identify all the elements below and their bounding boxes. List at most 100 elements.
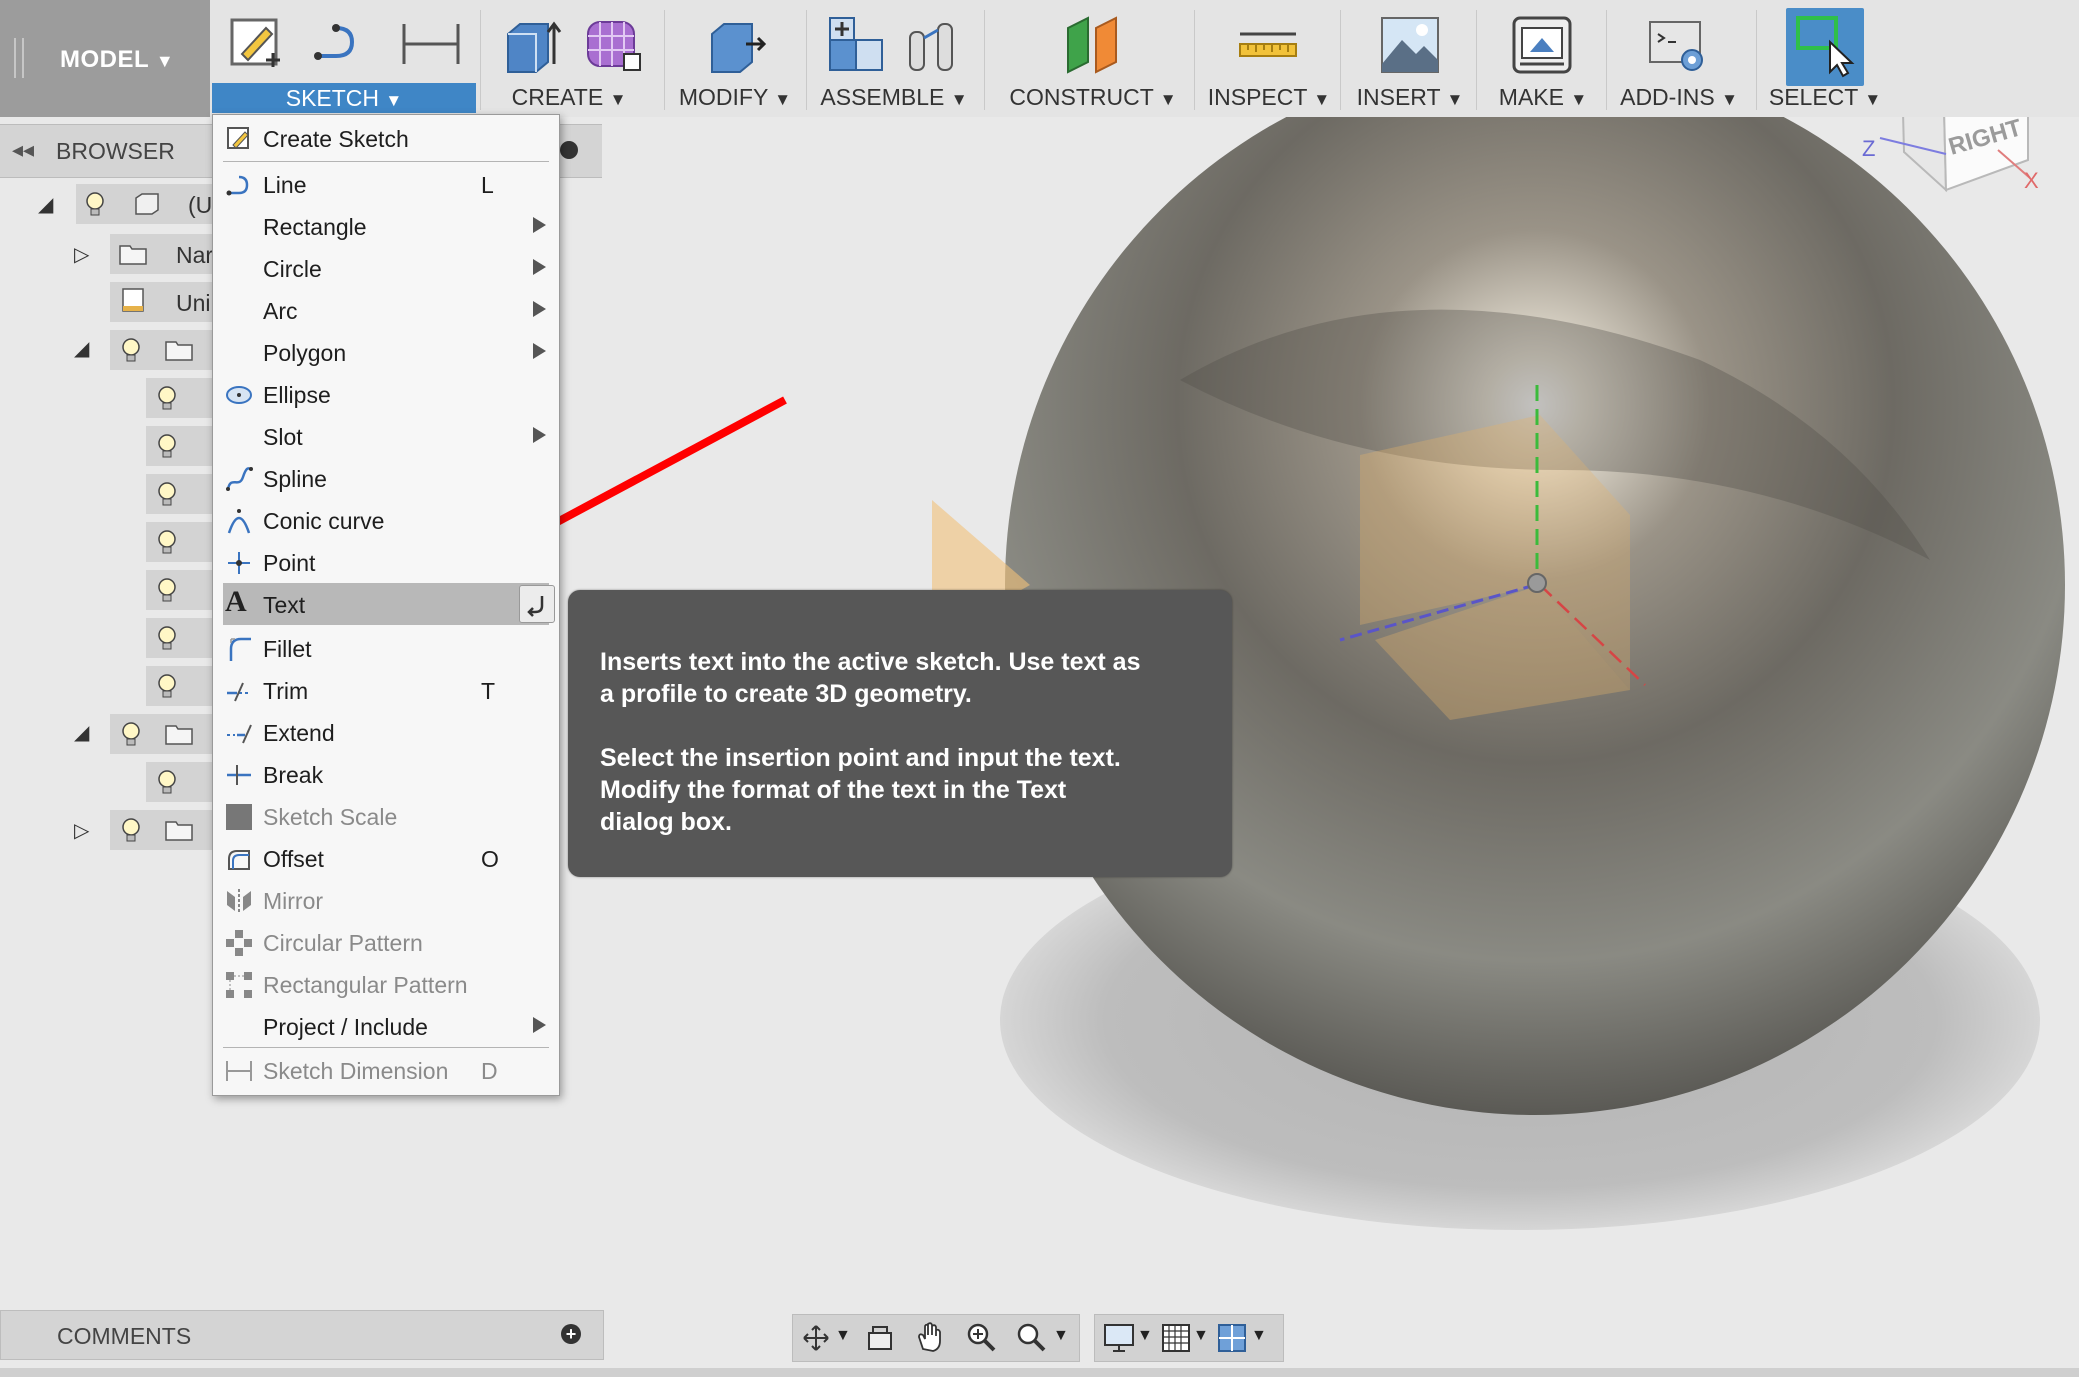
menu-item-create-sketch[interactable]: Create Sketch [213,117,559,159]
menu-item-extend[interactable]: Extend [213,711,559,753]
workspace-switcher[interactable]: MODEL ▼ [0,0,210,117]
menu-item-circular-pattern[interactable]: Circular Pattern [213,921,559,963]
tree-row-named-views[interactable]: Nar [110,234,220,274]
chevron-down-icon[interactable]: ▼ [1193,1327,1209,1345]
tree-row-item[interactable] [146,762,220,802]
display-settings-toolbar: ▼ ▼ ▼ [1094,1314,1284,1362]
menu-item-rectangular-pattern[interactable]: Rectangular Pattern [213,963,559,1005]
document-icon [122,288,144,312]
construct-group[interactable]: CONSTRUCT ▼ [1006,0,1180,117]
menu-item-sketch-scale[interactable]: Sketch Scale [213,795,559,837]
visibility-bulb-icon[interactable] [156,433,178,459]
tree-row-item[interactable] [146,426,220,466]
expand-toggle-icon[interactable]: ◢ [74,720,89,745]
collapse-panel-icon[interactable]: ◂◂ [12,137,34,163]
expand-toggle-icon[interactable]: ▷ [74,818,89,843]
visibility-bulb-icon[interactable] [156,529,178,555]
expand-toggle-icon[interactable]: ▷ [74,242,89,267]
tree-row-item[interactable] [146,666,220,706]
modify-group[interactable]: MODIFY ▼ [670,0,800,117]
visibility-bulb-icon[interactable] [156,481,178,507]
line-icon [226,175,249,196]
menu-item-slot[interactable]: Slot [213,415,559,457]
visibility-bulb-icon[interactable] [156,769,178,795]
dimension-tool-icon[interactable] [398,14,464,74]
origin-point[interactable] [1527,573,1547,593]
expand-toggle-icon[interactable]: ◢ [38,192,53,217]
visibility-bulb-icon[interactable] [156,625,178,651]
create-group[interactable]: CREATE ▼ [482,0,656,117]
conic-curve-icon [227,509,251,534]
tree-row-item[interactable] [146,474,220,514]
viewports-icon[interactable] [1217,1323,1247,1353]
sketch-scale-icon [226,804,252,830]
add-comment-icon[interactable]: + [561,1324,581,1344]
menu-item-rectangle[interactable]: Rectangle [213,205,559,247]
line-tool-icon[interactable] [310,14,370,74]
addins-group-label: ADD-INS [1620,84,1715,110]
select-group[interactable]: SELECT ▼ [1766,0,1884,117]
visibility-bulb-icon[interactable] [120,721,142,747]
sketch-group[interactable]: SKETCH ▼ [212,0,476,117]
tree-row-item[interactable] [146,570,220,610]
chevron-down-icon[interactable]: ▼ [835,1327,851,1345]
add-to-shortcuts-icon[interactable] [519,585,555,623]
menu-item-circle[interactable]: Circle [213,247,559,289]
visibility-bulb-icon[interactable] [84,191,106,217]
folder-icon [165,725,193,745]
pan-hand-icon[interactable] [915,1321,945,1353]
chevron-down-icon[interactable]: ▼ [1053,1327,1069,1345]
zoom-icon[interactable] [965,1321,997,1353]
addins-group[interactable]: ADD-INS ▼ [1612,0,1746,117]
tree-row-units[interactable]: Uni [110,282,220,322]
menu-item-project-include[interactable]: Project / Include [213,1005,559,1047]
menu-item-ellipse[interactable]: Ellipse [213,373,559,415]
grid-icon[interactable] [1161,1323,1191,1353]
create-sketch-icon[interactable] [226,14,286,74]
tree-row-folder[interactable] [110,330,220,370]
display-mode-icon[interactable] [1103,1323,1135,1353]
menu-item-label: Rectangle [263,214,367,240]
visibility-bulb-icon[interactable] [120,337,142,363]
menu-item-mirror[interactable]: Mirror [213,879,559,921]
make-group[interactable]: MAKE ▼ [1486,0,1600,117]
visibility-bulb-icon[interactable] [156,673,178,699]
menu-item-label: Sketch Dimension [263,1058,449,1084]
chevron-down-icon: ▼ [1159,90,1177,109]
menu-item-arc[interactable]: Arc [213,289,559,331]
visibility-bulb-icon[interactable] [156,385,178,411]
tree-row-item[interactable] [146,522,220,562]
tree-row-folder[interactable] [110,714,220,754]
orbit-icon[interactable] [801,1323,831,1353]
tree-row-root[interactable]: (U [76,184,220,224]
expand-toggle-icon[interactable]: ◢ [74,336,89,361]
tree-row-item[interactable] [146,378,220,418]
menu-item-break[interactable]: Break [213,753,559,795]
chevron-down-icon[interactable]: ▼ [1251,1327,1267,1345]
inspect-group[interactable]: INSPECT ▼ [1204,0,1334,117]
visibility-bulb-icon[interactable] [156,577,178,603]
look-at-icon[interactable] [865,1323,895,1353]
menu-item-line[interactable]: Line L [213,163,559,205]
browser-pin-icon[interactable] [560,141,578,159]
menu-item-trim[interactable]: Trim T [213,669,559,711]
menu-item-fillet[interactable]: Fillet [213,627,559,669]
menu-item-conic-curve[interactable]: Conic curve [213,499,559,541]
menu-item-offset[interactable]: Offset O [213,837,559,879]
chevron-down-icon[interactable]: ▼ [1137,1327,1153,1345]
assemble-group[interactable]: ASSEMBLE ▼ [812,0,976,117]
toolbar-grip[interactable] [14,38,24,78]
tree-row-item[interactable] [146,618,220,658]
comments-panel[interactable]: COMMENTS + [0,1310,604,1360]
menu-item-spline[interactable]: Spline [213,457,559,499]
menu-item-polygon[interactable]: Polygon [213,331,559,373]
visibility-bulb-icon[interactable] [120,817,142,843]
insert-group[interactable]: INSERT ▼ [1350,0,1470,117]
menu-item-label: Break [263,762,324,788]
menu-item-label: Mirror [263,888,324,914]
menu-item-point[interactable]: Point [213,541,559,583]
menu-item-sketch-dimension[interactable]: Sketch Dimension D [213,1049,559,1091]
tree-row-folder[interactable] [110,810,220,850]
zoom-window-icon[interactable] [1015,1321,1047,1353]
menu-item-text[interactable]: A Text [223,583,555,625]
